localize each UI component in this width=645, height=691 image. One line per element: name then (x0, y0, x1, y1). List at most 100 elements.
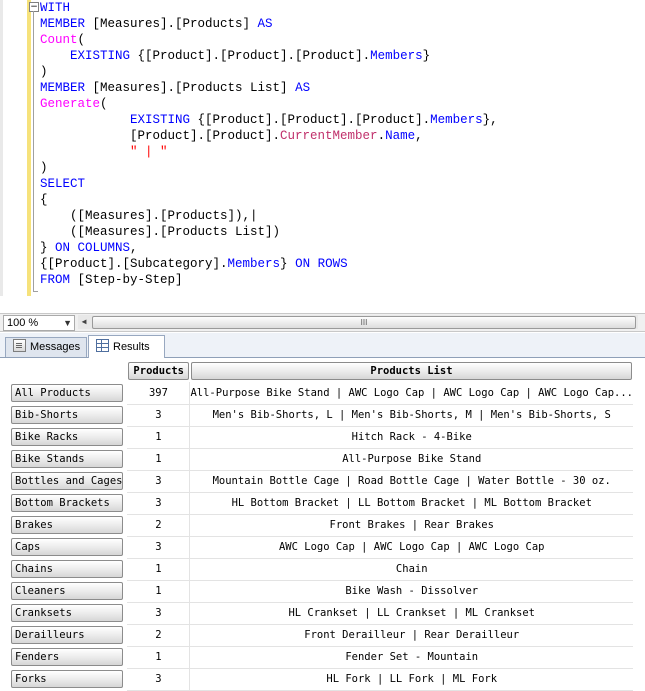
row-header[interactable]: Bib-Shorts (9, 404, 127, 426)
row-header[interactable]: Forks (9, 668, 127, 690)
cell-products[interactable]: 3 (127, 602, 191, 625)
code-token: Members (227, 257, 281, 271)
row-header-label: Cranksets (11, 604, 124, 622)
cell-products-list[interactable]: HL Crankset | LL Crankset | ML Crankset (189, 602, 633, 625)
code-text[interactable]: WITH MEMBER [Measures].[Products] AS Count… (40, 0, 498, 288)
cell-products-list[interactable]: Chain (189, 558, 633, 581)
outline-end (33, 291, 38, 292)
row-header-label: Forks (11, 670, 124, 688)
code-line[interactable]: [Product].[Product].CurrentMember.Name, (40, 128, 498, 144)
code-line[interactable]: " | " (40, 144, 498, 160)
cell-products[interactable]: 2 (127, 514, 191, 537)
code-line[interactable]: } ON COLUMNS, (40, 240, 498, 256)
cell-products[interactable]: 1 (127, 426, 191, 449)
code-line[interactable]: EXISTING {[Product].[Product].[Product].… (40, 112, 498, 128)
code-line[interactable]: { (40, 192, 498, 208)
row-header[interactable]: Bottles and Cages (9, 470, 127, 492)
tab-results[interactable]: Results (88, 335, 165, 359)
cell-products-list[interactable]: Fender Set - Mountain (189, 646, 633, 669)
code-line[interactable]: MEMBER [Measures].[Products List] AS (40, 80, 498, 96)
code-line[interactable]: FROM [Step-by-Step] (40, 272, 498, 288)
code-token: FROM (40, 273, 71, 287)
cell-products-list[interactable]: Front Derailleur | Rear Derailleur (189, 624, 633, 647)
row-header[interactable]: Bottom Brackets (9, 492, 127, 514)
row-header[interactable]: Bike Racks (9, 426, 127, 448)
cell-products[interactable]: 3 (127, 492, 191, 515)
code-line[interactable]: ([Measures].[Products]),| (40, 208, 498, 224)
cell-products[interactable]: 2 (127, 624, 191, 647)
row-header[interactable]: Derailleurs (9, 624, 127, 646)
cell-products-list[interactable]: All-Purpose Bike Stand (189, 448, 633, 471)
cell-products[interactable]: 3 (127, 668, 191, 691)
cell-products-list[interactable]: Mountain Bottle Cage | Road Bottle Cage … (189, 470, 633, 493)
row-header[interactable]: All Products (9, 382, 127, 404)
table-row: Caps 3 AWC Logo Cap | AWC Logo Cap | AWC L… (9, 536, 633, 559)
tab-messages[interactable]: Messages (5, 337, 87, 357)
zoom-dropdown[interactable]: 100 % ▼ (3, 315, 75, 331)
code-token: [Product].[Product]. (40, 129, 281, 143)
zoom-value: 100 % (7, 317, 39, 329)
collapse-icon[interactable]: − (29, 2, 39, 12)
cell-products-list[interactable]: Men's Bib-Shorts, L | Men's Bib-Shorts, … (189, 404, 633, 427)
table-row: Bottom Brackets 3 HL Bottom Bracket | LL B… (9, 492, 633, 515)
table-row: Brakes 2 Front Brakes | Rear Brakes (9, 514, 633, 537)
code-token: ON ROWS (295, 257, 348, 271)
outline-line (33, 11, 34, 291)
horizontal-scrollbar[interactable]: ◀ III (78, 315, 638, 329)
row-header[interactable]: Cleaners (9, 580, 127, 602)
code-line[interactable]: EXISTING {[Product].[Product].[Product].… (40, 48, 498, 64)
row-header-label: Fenders (11, 648, 124, 666)
chevron-down-icon[interactable]: ▼ (63, 316, 72, 330)
row-header-label: Bike Racks (11, 428, 124, 446)
code-line[interactable]: SELECT (40, 176, 498, 192)
row-header[interactable]: Chains (9, 558, 127, 580)
code-line[interactable]: ) (40, 64, 498, 80)
cell-products[interactable]: 1 (127, 558, 191, 581)
row-header[interactable]: Brakes (9, 514, 127, 536)
cell-products-list[interactable]: Hitch Rack - 4-Bike (189, 426, 633, 449)
column-header-products[interactable]: Products (127, 360, 190, 382)
cell-products-list[interactable]: AWC Logo Cap | AWC Logo Cap | AWC Logo C… (189, 536, 633, 559)
cell-products[interactable]: 1 (127, 646, 191, 669)
results-grid[interactable]: Products Products List All Products 397 Al… (0, 358, 645, 691)
cell-products[interactable]: 1 (127, 580, 191, 603)
cell-products-list[interactable]: Bike Wash - Dissolver (189, 580, 633, 603)
row-header[interactable]: Cranksets (9, 602, 127, 624)
scrollbar-thumb[interactable]: III (92, 316, 636, 329)
cell-products[interactable]: 1 (127, 448, 191, 471)
cell-products-list[interactable]: Front Brakes | Rear Brakes (189, 514, 633, 537)
cell-products-list[interactable]: HL Bottom Bracket | LL Bottom Bracket | … (189, 492, 633, 515)
cell-products-list[interactable]: All-Purpose Bike Stand | AWC Logo Cap | … (189, 382, 633, 405)
code-line[interactable]: {[Product].[Subcategory].Members} ON ROW… (40, 256, 498, 272)
row-header[interactable]: Bike Stands (9, 448, 127, 470)
cell-products[interactable]: 3 (127, 404, 191, 427)
code-line[interactable]: Count( (40, 32, 498, 48)
cell-products[interactable]: 3 (127, 470, 191, 493)
cell-products-list[interactable]: HL Fork | LL Fork | ML Fork (189, 668, 633, 691)
query-editor[interactable]: − WITH MEMBER [Measures].[Products] AS Cou… (0, 0, 645, 312)
column-header-products-list[interactable]: Products List (190, 360, 633, 382)
column-header-label: Products (128, 362, 189, 380)
grid-icon (96, 339, 109, 352)
row-header[interactable]: Fenders (9, 646, 127, 668)
code-line[interactable]: ) (40, 160, 498, 176)
code-token: MEMBER (40, 81, 86, 95)
code-line[interactable]: Generate( (40, 96, 498, 112)
code-token: } (280, 257, 296, 271)
code-token: {[Product].[Subcategory]. (40, 257, 228, 271)
header-row: Products Products List (9, 360, 633, 382)
tab-results-label: Results (113, 341, 150, 353)
editor-status-bar: 100 % ▼ ◀ III (0, 313, 645, 332)
row-header[interactable]: Caps (9, 536, 127, 558)
code-token: ([Measures].[Products]),| (40, 209, 258, 223)
tab-messages-label: Messages (30, 341, 81, 353)
code-token: Generate (40, 97, 101, 111)
code-line[interactable]: ([Measures].[Products List]) (40, 224, 498, 240)
grid-body: All Products 397 All-Purpose Bike Stand | … (9, 382, 633, 691)
scroll-left-icon[interactable]: ◀ (78, 315, 90, 329)
code-line[interactable]: MEMBER [Measures].[Products] AS (40, 16, 498, 32)
cell-products[interactable]: 3 (127, 536, 191, 559)
cell-products[interactable]: 397 (127, 382, 191, 405)
row-header-label: Brakes (11, 516, 124, 534)
code-line[interactable]: WITH (40, 0, 498, 16)
